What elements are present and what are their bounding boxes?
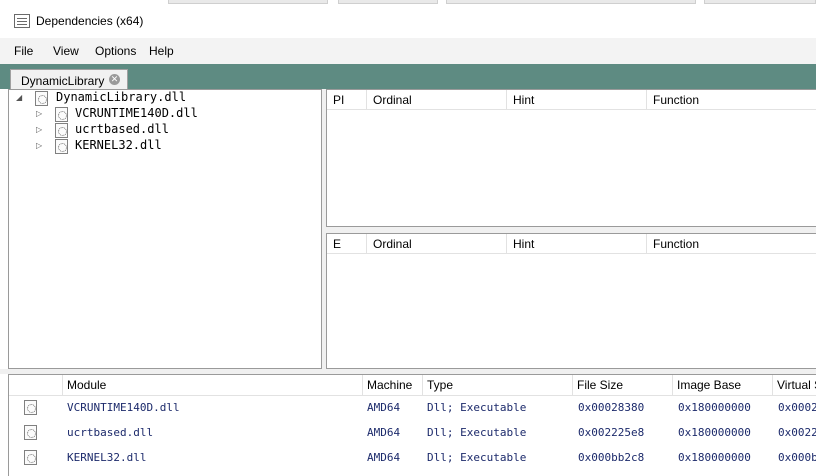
column-header-ordinal[interactable]: Ordinal [367, 90, 507, 110]
window-title: Dependencies (x64) [36, 14, 144, 28]
image-base: 0x180000000 [678, 451, 751, 464]
dll-icon [24, 450, 37, 465]
column-header-ordinal[interactable]: Ordinal [367, 234, 507, 254]
tree-node-label: KERNEL32.dll [75, 138, 162, 152]
table-row[interactable]: ucrtbased.dll AMD64 Dll; Executable 0x00… [9, 421, 816, 446]
dll-icon [55, 139, 68, 154]
document-tab-bar: DynamicLibrary ✕ [0, 64, 816, 90]
column-header-e[interactable]: E [327, 234, 367, 254]
machine: AMD64 [367, 451, 401, 464]
virtual-size: 0x0022 [778, 426, 816, 439]
imports-grid-header: PI Ordinal Hint Function [327, 90, 816, 110]
background-window-strip [168, 0, 328, 4]
type: Dll; Executable [427, 451, 527, 464]
file-size: 0x002225e8 [578, 426, 645, 439]
type: Dll; Executable [427, 426, 527, 439]
tree-node-root[interactable]: ◢ DynamicLibrary.dll [9, 90, 309, 106]
image-base: 0x180000000 [678, 401, 751, 414]
imports-grid[interactable]: PI Ordinal Hint Function [326, 89, 816, 227]
modules-list[interactable]: Module Machine Type File Size Image Base… [8, 374, 816, 476]
tree-node-child[interactable]: ▷ VCRUNTIME140D.dll [9, 106, 309, 122]
type: Dll; Executable [427, 401, 527, 414]
column-header-type[interactable]: Type [423, 375, 573, 396]
machine: AMD64 [367, 401, 401, 414]
machine: AMD64 [367, 426, 401, 439]
exports-grid[interactable]: E Ordinal Hint Function [326, 233, 816, 369]
tree-node-child[interactable]: ▷ KERNEL32.dll [9, 138, 309, 154]
tree-node-label: ucrtbased.dll [75, 122, 169, 136]
app-icon [14, 14, 30, 28]
tree-node-label: VCRUNTIME140D.dll [75, 106, 198, 120]
column-header-function[interactable]: Function [647, 90, 816, 110]
tab-dynamiclibrary[interactable]: DynamicLibrary ✕ [10, 69, 128, 90]
menu-options[interactable]: Options [95, 44, 136, 58]
background-window-strip [338, 0, 438, 4]
column-header-pi[interactable]: PI [327, 90, 367, 110]
column-header-virtual-size[interactable]: Virtual S [773, 375, 816, 396]
file-size: 0x00028380 [578, 401, 645, 414]
menu-view[interactable]: View [53, 44, 79, 58]
column-header-file-size[interactable]: File Size [573, 375, 673, 396]
close-tab-icon[interactable]: ✕ [109, 74, 120, 85]
menu-bar: File View Options Help [0, 38, 816, 64]
expand-triangle-icon[interactable]: ▷ [36, 109, 44, 119]
virtual-size: 0x0002 [778, 401, 816, 414]
table-row[interactable]: VCRUNTIME140D.dll AMD64 Dll; Executable … [9, 396, 816, 421]
background-window-strip [704, 0, 816, 4]
dependency-tree[interactable]: ◢ DynamicLibrary.dll ▷ VCRUNTIME140D.dll… [8, 89, 322, 369]
dll-icon [24, 425, 37, 440]
column-header-image-base[interactable]: Image Base [673, 375, 773, 396]
title-bar: Dependencies (x64) [0, 0, 816, 38]
virtual-size: 0x000b [778, 451, 816, 464]
exports-grid-header: E Ordinal Hint Function [327, 234, 816, 254]
menu-help[interactable]: Help [149, 44, 174, 58]
module-name: KERNEL32.dll [67, 451, 147, 464]
expand-triangle-icon[interactable]: ▷ [36, 141, 44, 151]
column-header-icon[interactable] [9, 375, 63, 396]
table-row[interactable]: KERNEL32.dll AMD64 Dll; Executable 0x000… [9, 446, 816, 471]
menu-file[interactable]: File [14, 44, 33, 58]
dll-icon [55, 107, 68, 122]
tree-node-child[interactable]: ▷ ucrtbased.dll [9, 122, 309, 138]
image-base: 0x180000000 [678, 426, 751, 439]
column-header-module[interactable]: Module [63, 375, 363, 396]
dll-icon [35, 91, 48, 106]
tree-node-label: DynamicLibrary.dll [56, 90, 187, 104]
column-header-machine[interactable]: Machine [363, 375, 423, 396]
background-window-strip [446, 0, 696, 4]
modules-header: Module Machine Type File Size Image Base… [9, 375, 816, 396]
expand-triangle-icon[interactable]: ▷ [36, 125, 44, 135]
module-name: ucrtbased.dll [67, 426, 154, 439]
column-header-function[interactable]: Function [647, 234, 816, 254]
collapse-triangle-icon[interactable]: ◢ [16, 93, 24, 103]
dll-icon [55, 123, 68, 138]
column-header-hint[interactable]: Hint [507, 90, 647, 110]
module-name: VCRUNTIME140D.dll [67, 401, 180, 414]
dll-icon [24, 400, 37, 415]
column-header-hint[interactable]: Hint [507, 234, 647, 254]
tab-label: DynamicLibrary [21, 74, 105, 88]
file-size: 0x000bb2c8 [578, 451, 645, 464]
